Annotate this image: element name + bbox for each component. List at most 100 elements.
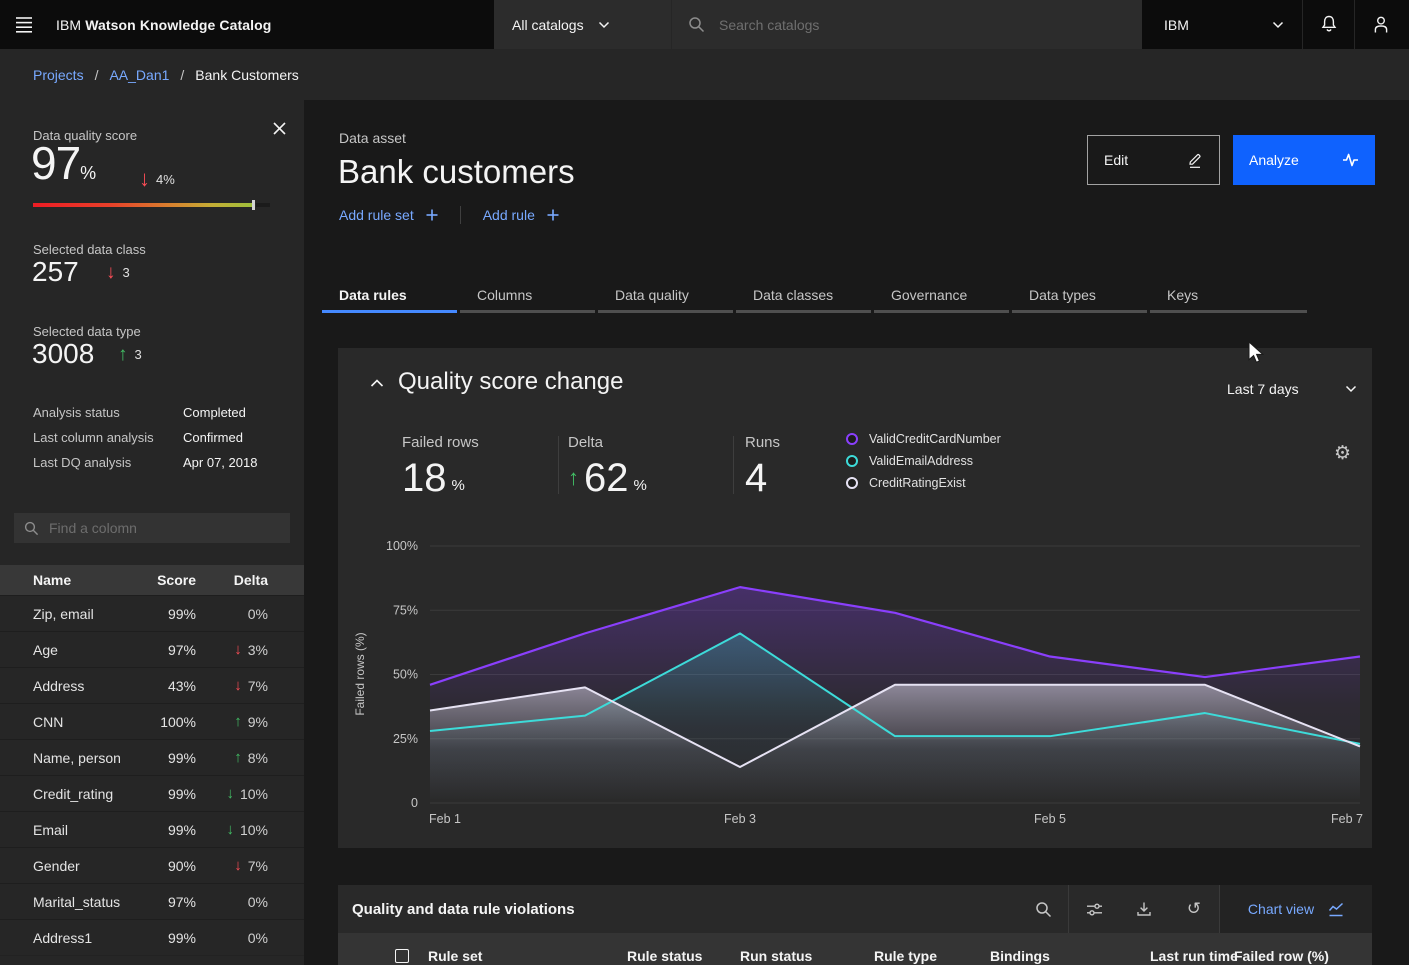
quality-score-card: Quality score change Last 7 days Failed … bbox=[338, 348, 1372, 848]
breadcrumb-item[interactable]: AA_Dan1 bbox=[109, 67, 169, 83]
breadcrumb-item[interactable]: Projects bbox=[33, 67, 84, 83]
violations-title: Quality and data rule violations bbox=[338, 901, 1018, 918]
table-row[interactable]: Age97%↓3% bbox=[0, 631, 304, 667]
data-class-delta: ↓ 3 bbox=[106, 263, 130, 282]
delta-value: 0% bbox=[248, 930, 268, 946]
app-title: IBMWatson Knowledge Catalog bbox=[56, 17, 271, 33]
account-selector[interactable]: IBM bbox=[1142, 0, 1302, 49]
legend-ring-icon bbox=[846, 477, 858, 489]
legend-label: ValidEmailAddress bbox=[869, 454, 973, 468]
select-all-checkbox[interactable] bbox=[395, 949, 409, 963]
down-arrow-icon: ↓ bbox=[139, 168, 150, 190]
reset-refresh-icon[interactable]: ↺ bbox=[1169, 885, 1219, 933]
legend-item[interactable]: ValidEmailAddress bbox=[846, 454, 1001, 468]
gear-icon[interactable]: ⚙ bbox=[1328, 443, 1357, 464]
rule-actions: Add rule set Add rule bbox=[339, 206, 559, 224]
tab-columns[interactable]: Columns bbox=[460, 280, 595, 313]
tab-data-rules[interactable]: Data rules bbox=[322, 280, 457, 313]
table-row[interactable]: Email99%↓10% bbox=[0, 811, 304, 847]
edit-button[interactable]: Edit bbox=[1087, 135, 1220, 185]
table-row[interactable]: Address43%↓7% bbox=[0, 667, 304, 703]
violations-col-header: Rule type bbox=[874, 948, 937, 964]
violations-col-header: Run status bbox=[740, 948, 812, 964]
column-score: 90% bbox=[134, 858, 196, 874]
column-name: Marital_status bbox=[33, 894, 134, 910]
page-title: Bank customers bbox=[338, 153, 575, 191]
up-arrow-icon: ↑ bbox=[568, 467, 579, 489]
quality-score-line-chart: 025%50%75%100%Failed rows (%)Feb 1Feb 3F… bbox=[338, 526, 1372, 836]
down-arrow-icon: ↓ bbox=[234, 642, 242, 657]
chart-legend: ValidCreditCardNumber ValidEmailAddress Cr… bbox=[846, 432, 1001, 490]
table-row[interactable]: Name, person99%↑8% bbox=[0, 739, 304, 775]
user-avatar-icon[interactable] bbox=[1354, 0, 1406, 49]
time-range-selector[interactable]: Last 7 days bbox=[1227, 381, 1357, 397]
delta-value: 10% bbox=[240, 786, 268, 802]
column-name: Zip, email bbox=[33, 606, 134, 622]
delta-value: 10% bbox=[240, 822, 268, 838]
add-rule-set-link[interactable]: Add rule set bbox=[339, 207, 438, 223]
breadcrumb-bar: Projects/AA_Dan1/Bank Customers bbox=[0, 49, 1409, 100]
meta-row: Analysis statusCompleted bbox=[33, 400, 273, 425]
catalog-selector[interactable]: All catalogs bbox=[494, 0, 672, 49]
table-row[interactable]: Gender90%↓7% bbox=[0, 847, 304, 883]
down-arrow-icon: ↓ bbox=[106, 263, 116, 282]
violations-col-header: Last run time bbox=[1150, 948, 1238, 964]
column-delta: ↑8% bbox=[196, 750, 268, 766]
analyze-button[interactable]: Analyze bbox=[1233, 135, 1375, 185]
col-header-name: Name bbox=[33, 572, 134, 588]
delta-value: 7% bbox=[248, 678, 268, 694]
tab-keys[interactable]: Keys bbox=[1150, 280, 1307, 313]
notifications-bell-icon[interactable] bbox=[1302, 0, 1354, 49]
violations-col-header: Rule status bbox=[627, 948, 702, 964]
delta-value: 0% bbox=[248, 606, 268, 622]
table-row[interactable]: Address199%0% bbox=[0, 919, 304, 955]
close-icon[interactable] bbox=[269, 118, 290, 139]
table-row[interactable]: Marital_status97%0% bbox=[0, 883, 304, 919]
tab-data-classes[interactable]: Data classes bbox=[736, 280, 871, 313]
tab-data-types[interactable]: Data types bbox=[1012, 280, 1147, 313]
table-row[interactable]: CNN100%↑9% bbox=[0, 703, 304, 739]
pencil-icon bbox=[1187, 152, 1203, 169]
add-rule-link[interactable]: Add rule bbox=[483, 207, 559, 223]
tab-governance[interactable]: Governance bbox=[874, 280, 1009, 313]
legend-item[interactable]: ValidCreditCardNumber bbox=[846, 432, 1001, 446]
filter-settings-adjust-icon[interactable] bbox=[1069, 885, 1119, 933]
divider bbox=[460, 206, 461, 224]
tab-label: Data quality bbox=[615, 287, 689, 303]
meta-value: Apr 07, 2018 bbox=[183, 455, 257, 470]
chart-view-toggle[interactable]: Chart view bbox=[1220, 885, 1372, 933]
menu-icon[interactable] bbox=[0, 0, 48, 49]
tab-label: Data rules bbox=[339, 287, 407, 303]
svg-text:50%: 50% bbox=[393, 668, 418, 682]
column-delta: 0% bbox=[196, 894, 268, 910]
stat-delta: Delta ↑62% bbox=[568, 434, 647, 496]
column-score: 99% bbox=[134, 786, 196, 802]
activity-icon bbox=[1342, 152, 1359, 168]
violations-table-header: Rule setRule statusRun statusRule typeBi… bbox=[338, 933, 1372, 965]
collapse-chevron-up-icon[interactable] bbox=[364, 378, 390, 389]
tab-label: Keys bbox=[1167, 287, 1198, 303]
table-row[interactable]: Credit_rating99%↓10% bbox=[0, 775, 304, 811]
download-icon[interactable] bbox=[1119, 885, 1169, 933]
legend-ring-icon bbox=[846, 433, 858, 445]
tab-data-quality[interactable]: Data quality bbox=[598, 280, 733, 313]
find-column-input[interactable]: Find a colomn bbox=[14, 513, 290, 543]
column-score: 43% bbox=[134, 678, 196, 694]
column-score: 99% bbox=[134, 750, 196, 766]
breadcrumb: Projects/AA_Dan1/Bank Customers bbox=[33, 67, 299, 83]
column-delta: ↓10% bbox=[196, 822, 268, 838]
table-row[interactable]: Zip, email99%0% bbox=[0, 595, 304, 631]
data-class-value: 257 bbox=[32, 256, 79, 288]
line-chart-icon bbox=[1328, 902, 1344, 917]
column-name: Gender bbox=[33, 858, 134, 874]
column-score: 99% bbox=[134, 822, 196, 838]
down-arrow-icon: ↓ bbox=[226, 786, 234, 801]
search-input[interactable]: Search catalogs bbox=[672, 0, 1142, 49]
legend-item[interactable]: CreditRatingExist bbox=[846, 476, 1001, 490]
column-name: CNN bbox=[33, 714, 134, 730]
search-icon[interactable] bbox=[1018, 885, 1068, 933]
plus-icon bbox=[547, 209, 559, 221]
table-row[interactable]: ↑ bbox=[0, 955, 304, 965]
delta-value: 3% bbox=[248, 642, 268, 658]
column-delta: ↑9% bbox=[196, 714, 268, 730]
